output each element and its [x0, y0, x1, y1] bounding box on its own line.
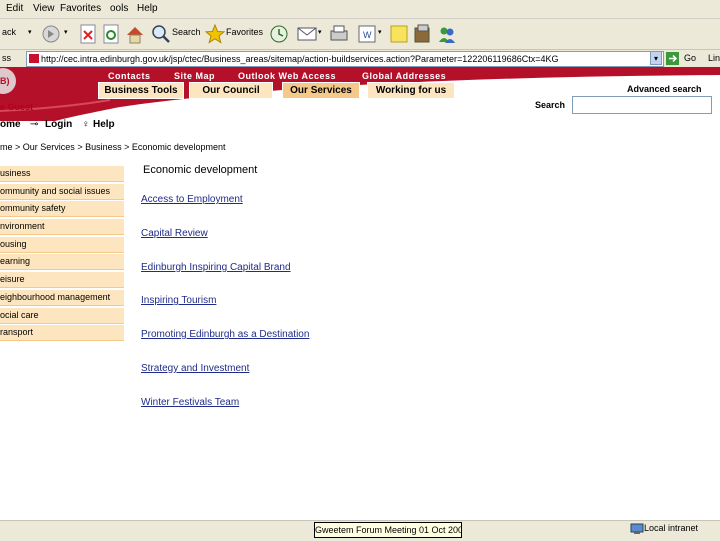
link-inspiring-capital-brand[interactable]: Edinburgh Inspiring Capital Brand — [141, 262, 291, 273]
intranet-zone-icon — [630, 523, 644, 534]
login-link[interactable]: Login — [45, 119, 72, 130]
browser-toolbar: ack ▾ ▾ Search Favorites ▾ W ▾ — [0, 19, 720, 50]
topnav-contacts[interactable]: Contacts — [108, 71, 151, 81]
topnav-site-map[interactable]: Site Map — [174, 71, 215, 81]
home-link[interactable]: ome — [0, 119, 21, 130]
svg-text:W: W — [363, 30, 372, 40]
links-label[interactable]: Lin — [708, 53, 720, 63]
breadcrumb-current: Economic development — [131, 142, 226, 152]
home-icon[interactable] — [124, 23, 146, 45]
forward-dropdown-icon[interactable]: ▾ — [64, 28, 68, 50]
tab-working-for-us[interactable]: Working for us — [367, 82, 455, 99]
sidenav-environment[interactable]: nvironment — [0, 219, 124, 236]
discuss-note-icon[interactable] — [388, 23, 410, 45]
stop-icon[interactable] — [78, 23, 98, 45]
taskbar-tooltip: Gweetem Forum Meeting 01 Oct 2007 — [314, 522, 462, 538]
history-icon[interactable] — [268, 23, 290, 45]
menu-view[interactable]: View — [33, 3, 55, 14]
mail-icon[interactable] — [296, 23, 318, 45]
advanced-search-link[interactable]: Advanced search — [627, 84, 702, 94]
address-bar: ss http://cec.intra.edinburgh.gov.uk/jsp… — [0, 50, 720, 68]
menu-favorites[interactable]: Favorites — [60, 3, 101, 14]
research-icon[interactable] — [412, 23, 434, 45]
print-icon[interactable] — [328, 23, 350, 45]
breadcrumb-separator-icon: > — [15, 142, 23, 152]
breadcrumb-home[interactable]: me — [0, 142, 13, 152]
security-zone-label: Local intranet — [644, 523, 699, 533]
favorites-star-icon[interactable] — [204, 23, 226, 45]
link-promoting-edinburgh[interactable]: Promoting Edinburgh as a Destination — [141, 329, 309, 340]
back-button[interactable]: ack — [2, 27, 16, 49]
menu-tools[interactable]: ools — [110, 3, 128, 14]
address-url: http://cec.intra.edinburgh.gov.uk/jsp/ct… — [41, 54, 559, 64]
breadcrumb-separator-icon: > — [124, 142, 132, 152]
menu-bar: Edit View Favorites ools Help — [0, 0, 720, 19]
tab-our-council[interactable]: Our Council — [189, 82, 273, 99]
topnav-outlook-web-access[interactable]: Outlook Web Access — [238, 71, 336, 81]
link-winter-festivals-team[interactable]: Winter Festivals Team — [141, 397, 239, 408]
link-capital-review[interactable]: Capital Review — [141, 228, 208, 239]
side-nav: usiness ommunity and social issues ommun… — [0, 166, 124, 343]
address-label: ss — [2, 53, 11, 63]
help-link[interactable]: Help — [93, 119, 115, 130]
site-search-input[interactable] — [572, 96, 712, 114]
sidenav-housing[interactable]: ousing — [0, 236, 124, 253]
topnav-global-addresses[interactable]: Global Addresses — [362, 71, 446, 81]
sidenav-neighbourhood-management[interactable]: eighbourhood management — [0, 289, 124, 306]
sidenav-social-care[interactable]: ocial care — [0, 307, 124, 324]
link-strategy-investment[interactable]: Strategy and Investment — [141, 363, 249, 374]
page-title: Economic development — [143, 164, 258, 176]
refresh-icon[interactable] — [101, 23, 121, 45]
link-access-to-employment[interactable]: Access to Employment — [141, 194, 243, 205]
sidenav-learning[interactable]: earning — [0, 254, 124, 271]
forward-icon[interactable] — [40, 23, 62, 45]
tab-business-tools[interactable]: Business Tools — [98, 82, 184, 99]
edit-word-icon[interactable]: W — [356, 23, 378, 45]
search-label: Search — [535, 100, 566, 110]
search-button[interactable]: Search — [172, 27, 201, 49]
sidenav-transport[interactable]: ransport — [0, 325, 124, 342]
search-icon[interactable] — [150, 23, 172, 45]
favorites-button[interactable]: Favorites — [226, 27, 263, 49]
breadcrumb-business[interactable]: Business — [85, 142, 122, 152]
go-button[interactable]: Go — [684, 53, 696, 63]
sidenav-business[interactable]: usiness — [0, 166, 124, 182]
tab-our-services[interactable]: Our Services — [282, 82, 360, 99]
breadcrumb-separator-icon: > — [77, 142, 86, 152]
address-dropdown-icon[interactable]: ▾ — [650, 51, 662, 65]
messenger-icon[interactable] — [436, 23, 458, 45]
login-key-icon: ⊸ — [30, 119, 39, 130]
go-arrow-icon[interactable] — [666, 52, 680, 65]
help-bulb-icon: ♀ — [82, 119, 90, 130]
link-inspiring-tourism[interactable]: Inspiring Tourism — [141, 295, 216, 306]
council-logo-icon[interactable]: B) — [0, 76, 10, 86]
page-favicon-icon — [29, 54, 39, 63]
address-input[interactable]: http://cec.intra.edinburgh.gov.uk/jsp/ct… — [26, 51, 664, 67]
mail-dropdown-icon[interactable]: ▾ — [318, 28, 322, 50]
menu-edit[interactable]: Edit — [6, 3, 23, 14]
back-dropdown-icon[interactable]: ▾ — [28, 28, 32, 50]
menu-help[interactable]: Help — [137, 3, 158, 14]
sidenav-community-social-issues[interactable]: ommunity and social issues — [0, 183, 124, 200]
edit-dropdown-icon[interactable]: ▾ — [378, 28, 382, 50]
sidenav-leisure[interactable]: eisure — [0, 272, 124, 289]
guest-greeting: e Guest — [0, 102, 34, 112]
sidenav-community-safety[interactable]: ommunity safety — [0, 201, 124, 218]
breadcrumb: me > Our Services > Business > Economic … — [0, 142, 225, 152]
breadcrumb-our-services[interactable]: Our Services — [23, 142, 75, 152]
